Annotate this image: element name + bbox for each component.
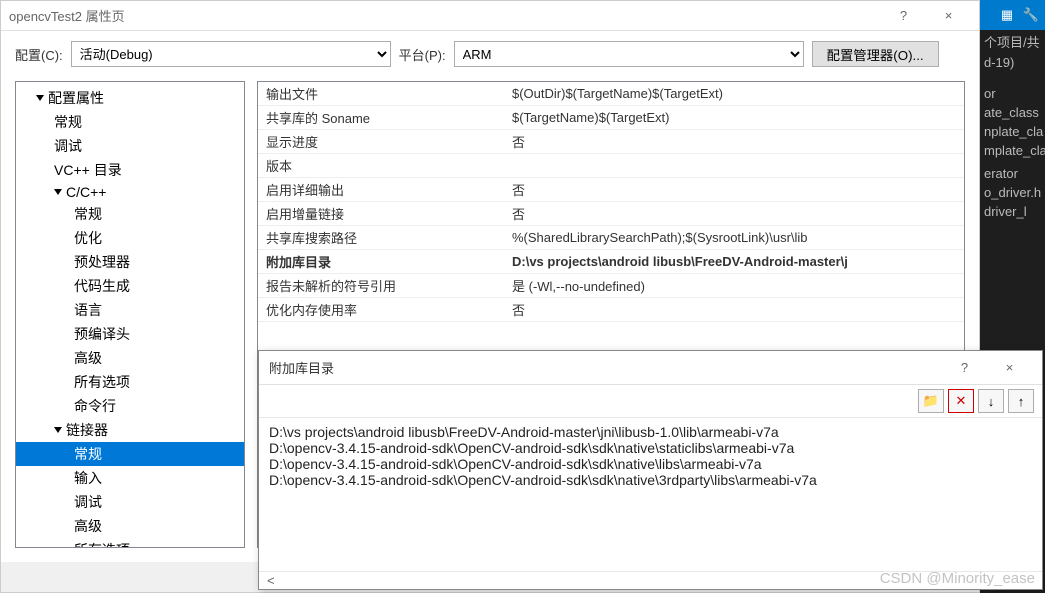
config-label: 配置(C): — [15, 45, 63, 64]
editor-line: or — [980, 84, 1045, 103]
property-value[interactable]: 否 — [504, 130, 964, 153]
wrench-icon[interactable]: 🔧 — [1021, 5, 1041, 25]
property-name: 共享库的 Soname — [258, 106, 504, 129]
property-name: 版本 — [258, 154, 504, 177]
property-row[interactable]: 共享库的 Soname$(TargetName)$(TargetExt) — [258, 106, 964, 130]
property-name: 输出文件 — [258, 82, 504, 105]
horizontal-scrollbar[interactable]: < — [259, 571, 1042, 589]
tree-cpp-item[interactable]: 代码生成 — [16, 274, 244, 298]
dark-toolbar: ▦ 🔧 — [980, 0, 1045, 30]
property-row[interactable]: 附加库目录D:\vs projects\android libusb\FreeD… — [258, 250, 964, 274]
property-row[interactable]: 启用增量链接否 — [258, 202, 964, 226]
move-up-icon[interactable]: ↑ — [1008, 389, 1034, 413]
property-row[interactable]: 输出文件$(OutDir)$(TargetName)$(TargetExt) — [258, 82, 964, 106]
tree-debug[interactable]: 调试 — [16, 134, 244, 158]
tree-cpp-item[interactable]: 高级 — [16, 346, 244, 370]
property-row[interactable]: 优化内存使用率否 — [258, 298, 964, 322]
property-name: 报告未解析的符号引用 — [258, 274, 504, 297]
popup-titlebar: 附加库目录 ? × — [259, 351, 1042, 385]
tree-linker-item[interactable]: 调试 — [16, 490, 244, 514]
editor-line: erator — [980, 164, 1045, 183]
path-entry[interactable]: D:\opencv-3.4.15-android-sdk\OpenCV-andr… — [269, 440, 1032, 456]
close-button[interactable]: × — [926, 1, 971, 31]
path-entry[interactable]: D:\opencv-3.4.15-android-sdk\OpenCV-andr… — [269, 456, 1032, 472]
property-value[interactable]: 否 — [504, 298, 964, 321]
popup-title: 附加库目录 — [269, 358, 334, 377]
platform-select[interactable]: ARM — [454, 41, 804, 67]
tree-cpp-item[interactable]: 常规 — [16, 202, 244, 226]
property-name: 共享库搜索路径 — [258, 226, 504, 249]
config-manager-button[interactable]: 配置管理器(O)... — [812, 41, 939, 67]
property-value[interactable]: 是 (-Wl,--no-undefined) — [504, 274, 964, 297]
path-entry[interactable]: D:\vs projects\android libusb\FreeDV-And… — [269, 424, 1032, 440]
save-all-icon[interactable]: ▦ — [997, 5, 1017, 25]
additional-lib-dirs-popup: 附加库目录 ? × 📁 ✕ ↓ ↑ D:\vs projects\android… — [258, 350, 1043, 590]
property-row[interactable]: 共享库搜索路径%(SharedLibrarySearchPath);$(Sysr… — [258, 226, 964, 250]
path-entry[interactable]: D:\opencv-3.4.15-android-sdk\OpenCV-andr… — [269, 472, 1032, 488]
editor-line: nplate_cla — [980, 122, 1045, 141]
tree-cpp-item[interactable]: 优化 — [16, 226, 244, 250]
config-row: 配置(C): 活动(Debug) 平台(P): ARM 配置管理器(O)... — [1, 31, 979, 81]
editor-line: d-19) — [980, 53, 1045, 72]
window-title: opencvTest2 属性页 — [9, 6, 125, 25]
move-down-icon[interactable]: ↓ — [978, 389, 1004, 413]
new-folder-icon[interactable]: 📁 — [918, 389, 944, 413]
tree-cpp[interactable]: C/C++ — [16, 182, 244, 202]
property-value[interactable]: $(TargetName)$(TargetExt) — [504, 108, 964, 127]
editor-line: ate_class — [980, 103, 1045, 122]
property-name: 启用增量链接 — [258, 202, 504, 225]
property-name: 启用详细输出 — [258, 178, 504, 201]
property-name: 显示进度 — [258, 130, 504, 153]
editor-line: driver_l — [980, 202, 1045, 221]
property-value[interactable]: 否 — [504, 202, 964, 225]
editor-line: mplate_cla — [980, 141, 1045, 160]
category-tree[interactable]: 配置属性 常规 调试 VC++ 目录 C/C++ 常规优化预处理器代码生成语言预… — [15, 81, 245, 548]
property-value[interactable]: D:\vs projects\android libusb\FreeDV-And… — [504, 252, 964, 271]
property-value[interactable]: %(SharedLibrarySearchPath);$(SysrootLink… — [504, 228, 964, 247]
property-name: 优化内存使用率 — [258, 298, 504, 321]
tree-cpp-item[interactable]: 预处理器 — [16, 250, 244, 274]
tree-root[interactable]: 配置属性 — [16, 86, 244, 110]
property-row[interactable]: 启用详细输出否 — [258, 178, 964, 202]
tree-vcdirs[interactable]: VC++ 目录 — [16, 158, 244, 182]
tree-linker[interactable]: 链接器 — [16, 418, 244, 442]
help-button[interactable]: ? — [881, 1, 926, 31]
popup-close-button[interactable]: × — [987, 353, 1032, 383]
config-select[interactable]: 活动(Debug) — [71, 41, 391, 67]
platform-label: 平台(P): — [399, 45, 446, 64]
property-row[interactable]: 报告未解析的符号引用是 (-Wl,--no-undefined) — [258, 274, 964, 298]
tree-general[interactable]: 常规 — [16, 110, 244, 134]
tree-cpp-item[interactable]: 预编译头 — [16, 322, 244, 346]
property-value[interactable]: $(OutDir)$(TargetName)$(TargetExt) — [504, 84, 964, 103]
popup-body[interactable]: D:\vs projects\android libusb\FreeDV-And… — [259, 418, 1042, 571]
tree-linker-item[interactable]: 所有选项 — [16, 538, 244, 548]
property-row[interactable]: 显示进度否 — [258, 130, 964, 154]
popup-toolbar: 📁 ✕ ↓ ↑ — [259, 385, 1042, 418]
tree-cpp-item[interactable]: 命令行 — [16, 394, 244, 418]
property-value[interactable]: 否 — [504, 178, 964, 201]
tree-cpp-item[interactable]: 所有选项 — [16, 370, 244, 394]
titlebar: opencvTest2 属性页 ? × — [1, 1, 979, 31]
tree-linker-item[interactable]: 输入 — [16, 466, 244, 490]
property-row[interactable]: 版本 — [258, 154, 964, 178]
editor-line: 个项目/共 — [980, 30, 1045, 53]
tree-linker-item[interactable]: 常规 — [16, 442, 244, 466]
delete-icon[interactable]: ✕ — [948, 389, 974, 413]
editor-line: o_driver.h — [980, 183, 1045, 202]
property-value[interactable] — [504, 164, 964, 168]
property-name: 附加库目录 — [258, 250, 504, 273]
popup-help-button[interactable]: ? — [942, 353, 987, 383]
tree-linker-item[interactable]: 高级 — [16, 514, 244, 538]
tree-cpp-item[interactable]: 语言 — [16, 298, 244, 322]
